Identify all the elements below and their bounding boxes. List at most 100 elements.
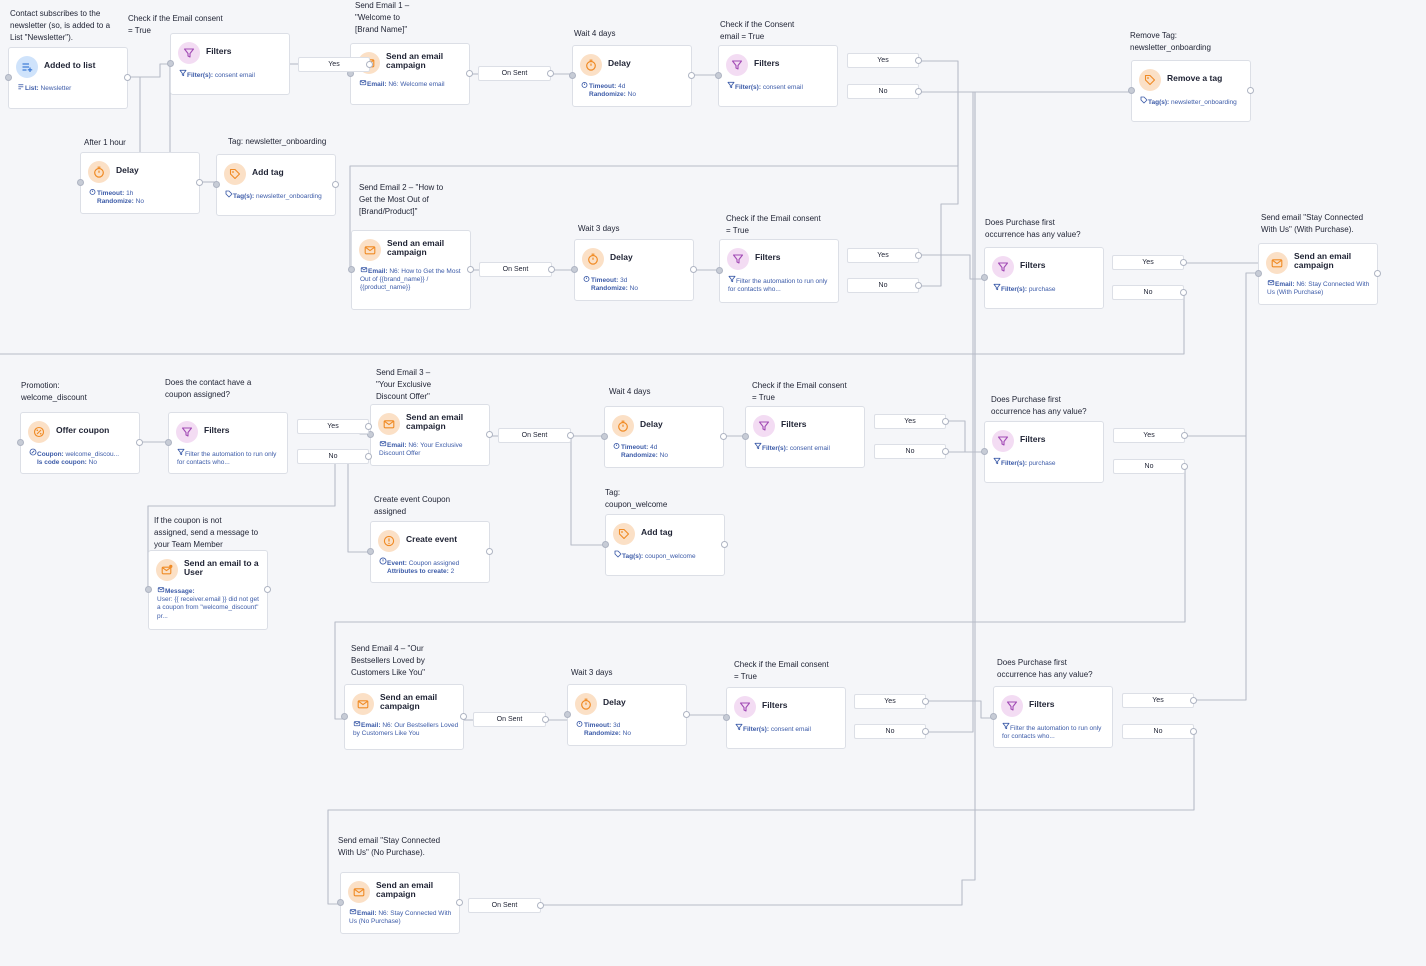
step-card-n22[interactable]: Add tag Tag(s): coupon_welcome — [602, 514, 728, 576]
output-handle[interactable] — [547, 70, 554, 77]
step-card-n9[interactable]: Send an email campaign Email: N6: How to … — [348, 230, 474, 310]
output-handle[interactable] — [136, 439, 143, 446]
output-handle[interactable] — [688, 72, 695, 79]
input-handle[interactable] — [5, 74, 12, 81]
input-handle[interactable] — [17, 439, 24, 446]
step-card-n4[interactable]: Delay Timeout: 4d Randomize: No — [569, 45, 695, 107]
step-card-n18[interactable]: Filters Filter(s): consent email — [742, 406, 865, 468]
input-handle[interactable] — [341, 713, 348, 720]
step-card-n11[interactable]: Filters Filter the automation to run only… — [716, 239, 839, 303]
output-handle[interactable] — [922, 698, 929, 705]
branch-no-n5[interactable]: No — [847, 84, 922, 99]
output-handle[interactable] — [1247, 87, 1254, 94]
branch-yes-n25[interactable]: Yes — [854, 694, 929, 709]
step-card-n13[interactable]: Send an email campaign Email: N6: Stay Co… — [1255, 243, 1381, 305]
branch-yes-n5[interactable]: Yes — [847, 53, 922, 68]
step-card-n8[interactable]: Add tag Tag(s): newsletter_onboarding — [213, 154, 339, 216]
step-card-n17[interactable]: Delay Timeout: 4d Randomize: No — [601, 406, 727, 468]
input-handle[interactable] — [571, 266, 578, 273]
step-card-n27[interactable]: Send an email campaign Email: N6: Stay Co… — [337, 872, 463, 934]
branch-no-n25[interactable]: No — [854, 724, 929, 739]
input-handle[interactable] — [715, 72, 722, 79]
output-handle[interactable] — [1374, 270, 1381, 277]
output-handle[interactable] — [915, 57, 922, 64]
output-handle[interactable] — [460, 713, 467, 720]
output-handle[interactable] — [915, 282, 922, 289]
step-card-n10[interactable]: Delay Timeout: 3d Randomize: No — [571, 239, 697, 301]
input-handle[interactable] — [716, 267, 723, 274]
output-handle[interactable] — [915, 88, 922, 95]
input-handle[interactable] — [569, 72, 576, 79]
output-handle[interactable] — [942, 418, 949, 425]
step-card-n25[interactable]: Filters Filter(s): consent email — [723, 687, 846, 749]
step-card-n20[interactable]: Send an email to a User Message: User: {{… — [145, 550, 271, 630]
step-card-n15[interactable]: Filters Filter the automation to run only… — [165, 412, 288, 474]
branch-no-n18[interactable]: No — [874, 444, 949, 459]
output-handle[interactable] — [942, 448, 949, 455]
input-handle[interactable] — [213, 181, 220, 188]
output-handle[interactable] — [365, 453, 372, 460]
branch-onsent-n16[interactable]: On Sent — [498, 428, 574, 443]
branch-no-n19[interactable]: No — [1113, 459, 1188, 474]
branch-no-n26[interactable]: No — [1122, 724, 1197, 739]
step-card-n12[interactable]: Filters Filter(s): purchase — [981, 247, 1104, 309]
output-handle[interactable] — [467, 266, 474, 273]
output-handle[interactable] — [196, 179, 203, 186]
output-handle[interactable] — [366, 61, 373, 68]
output-handle[interactable] — [915, 252, 922, 259]
output-handle[interactable] — [124, 74, 131, 81]
input-handle[interactable] — [602, 541, 609, 548]
input-handle[interactable] — [564, 711, 571, 718]
output-handle[interactable] — [548, 266, 555, 273]
input-handle[interactable] — [601, 433, 608, 440]
input-handle[interactable] — [145, 586, 152, 593]
output-handle[interactable] — [1190, 728, 1197, 735]
step-card-n16[interactable]: Send an email campaign Email: N6: Your Ex… — [367, 404, 493, 466]
output-handle[interactable] — [1181, 463, 1188, 470]
input-handle[interactable] — [990, 713, 997, 720]
output-handle[interactable] — [466, 70, 473, 77]
input-handle[interactable] — [981, 448, 988, 455]
output-handle[interactable] — [264, 586, 271, 593]
input-handle[interactable] — [165, 439, 172, 446]
branch-no-n12[interactable]: No — [1112, 285, 1187, 300]
input-handle[interactable] — [77, 179, 84, 186]
input-handle[interactable] — [1128, 87, 1135, 94]
output-handle[interactable] — [567, 432, 574, 439]
input-handle[interactable] — [337, 899, 344, 906]
branch-yes-n12[interactable]: Yes — [1112, 255, 1187, 270]
output-handle[interactable] — [456, 899, 463, 906]
output-handle[interactable] — [1181, 432, 1188, 439]
output-handle[interactable] — [690, 266, 697, 273]
branch-yes-n19[interactable]: Yes — [1113, 428, 1188, 443]
branch-onsent-n3[interactable]: On Sent — [478, 66, 554, 81]
branch-onsent-n27[interactable]: On Sent — [468, 898, 544, 913]
step-card-n21[interactable]: Create event Event: Coupon assigned Attrib… — [367, 521, 493, 583]
input-handle[interactable] — [1255, 270, 1262, 277]
output-handle[interactable] — [683, 711, 690, 718]
automation-canvas[interactable]: Contact subscribes to the newsletter (so… — [0, 0, 1426, 966]
branch-no-n15[interactable]: No — [297, 449, 372, 464]
step-card-n5[interactable]: Filters Filter(s): consent email — [715, 45, 838, 107]
output-handle[interactable] — [486, 431, 493, 438]
branch-onsent-n9[interactable]: On Sent — [479, 262, 555, 277]
branch-yes-n26[interactable]: Yes — [1122, 693, 1197, 708]
output-handle[interactable] — [365, 423, 372, 430]
step-card-n3[interactable]: Send an email campaign Email: N6: Welcome… — [347, 43, 473, 105]
branch-onsent-n23[interactable]: On Sent — [473, 712, 549, 727]
step-card-n26[interactable]: Filters Filter the automation to run only… — [990, 686, 1113, 748]
step-card-n7[interactable]: Delay Timeout: 1h Randomize: No — [77, 152, 203, 214]
output-handle[interactable] — [721, 541, 728, 548]
output-handle[interactable] — [537, 902, 544, 909]
output-handle[interactable] — [922, 728, 929, 735]
branch-yes-n18[interactable]: Yes — [874, 414, 949, 429]
output-handle[interactable] — [1190, 697, 1197, 704]
branch-yes-n11[interactable]: Yes — [847, 248, 922, 263]
output-handle[interactable] — [486, 548, 493, 555]
input-handle[interactable] — [167, 60, 174, 67]
input-handle[interactable] — [367, 548, 374, 555]
step-card-n6[interactable]: Remove a tag Tag(s): newsletter_onboardin… — [1128, 60, 1254, 122]
branch-no-n11[interactable]: No — [847, 278, 922, 293]
step-card-n23[interactable]: Send an email campaign Email: N6: Our Bes… — [341, 684, 467, 750]
step-card-n1[interactable]: Added to list List: Newsletter — [5, 47, 131, 109]
